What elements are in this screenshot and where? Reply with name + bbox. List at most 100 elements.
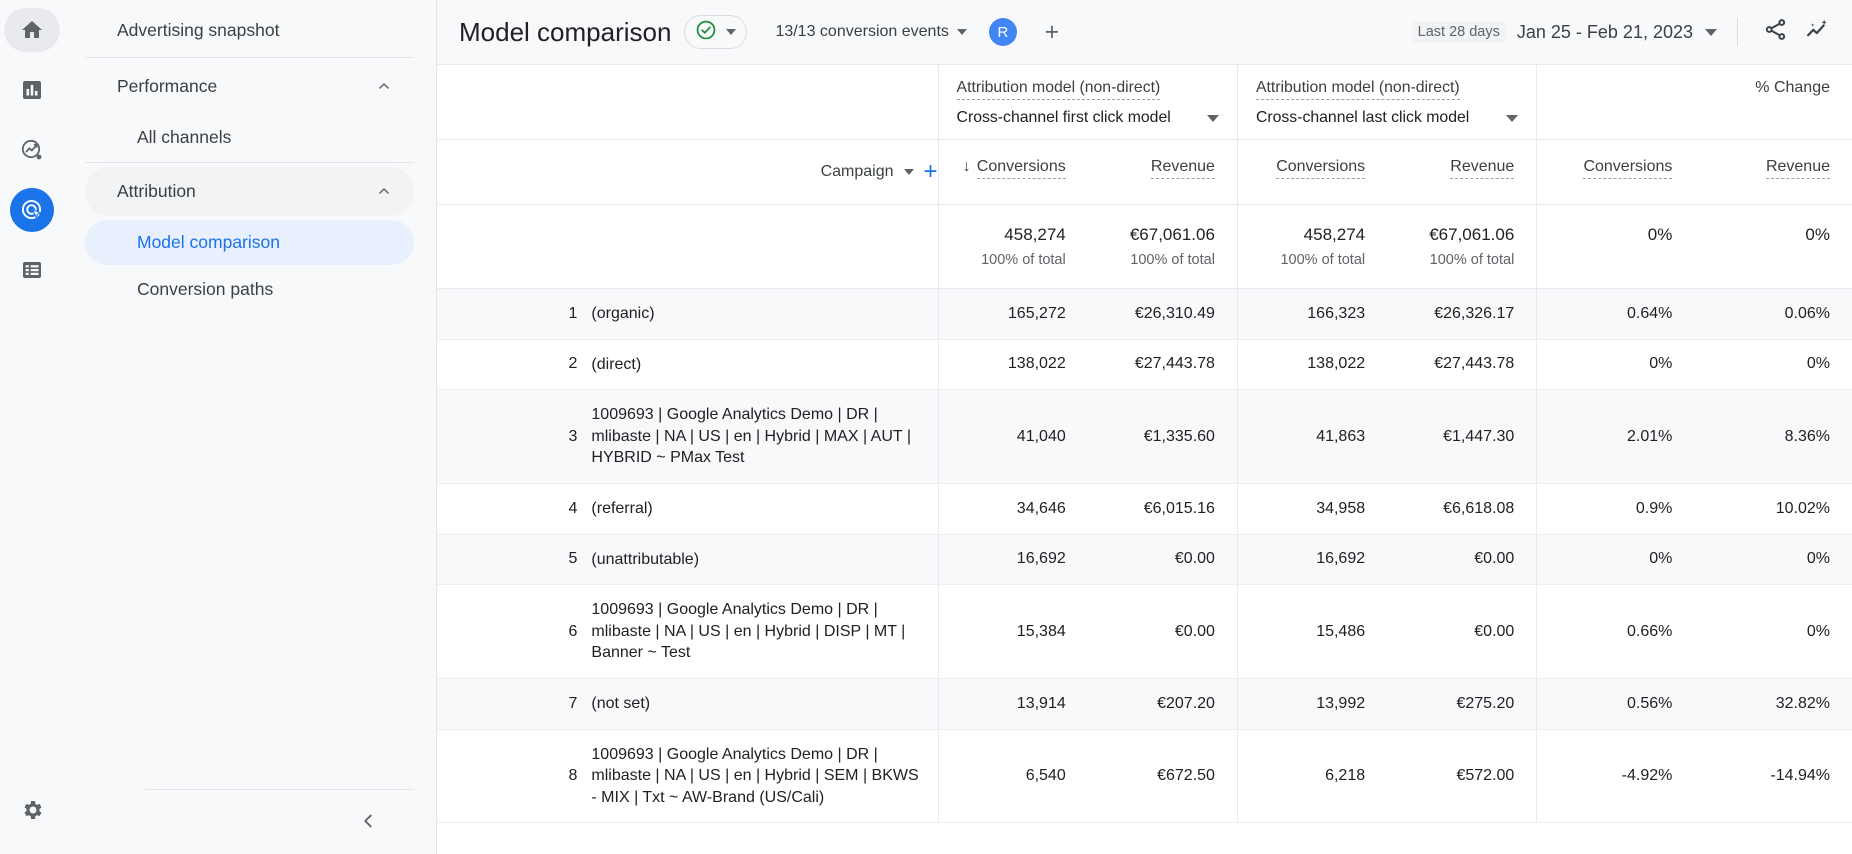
table-row[interactable]: 5 (unattributable) 16,692 €0.00 16,692 €0.00 0… <box>437 534 1852 586</box>
col-header-change-revenue[interactable]: Revenue <box>1694 139 1852 205</box>
totals-value: 0% <box>1647 225 1673 244</box>
table-row[interactable]: 4 (referral) 34,646 €6,015.16 34,958 €6,618.0… <box>437 483 1852 535</box>
rail-advertising-button[interactable] <box>9 188 54 232</box>
cell-m2-revenue: €1,447.30 <box>1387 389 1537 484</box>
sidebar-item-conversion-paths[interactable]: Conversion paths <box>85 267 414 312</box>
avatar-initial: R <box>997 23 1009 41</box>
conversion-events-selector[interactable]: 13/13 conversion events <box>775 23 967 41</box>
sidebar-item-model-comparison[interactable]: Model comparison <box>85 220 414 265</box>
advertising-target-icon <box>20 198 44 222</box>
totals-sublabel: 100% of total <box>1429 252 1515 268</box>
cell-m2-revenue: €26,326.17 <box>1387 288 1537 340</box>
table-row[interactable]: 2 (direct) 138,022 €27,443.78 138,022 €27,443… <box>437 339 1852 391</box>
sidebar-item-advertising-snapshot[interactable]: Advertising snapshot <box>85 6 414 55</box>
sidebar-item-all-channels[interactable]: All channels <box>85 115 414 160</box>
sidebar-group-attribution[interactable]: Attribution <box>85 167 414 216</box>
row-dimension[interactable]: (not set) <box>591 678 939 730</box>
insights-button[interactable] <box>1796 11 1838 53</box>
rail-reports-button[interactable] <box>4 68 60 112</box>
status-chip[interactable] <box>684 15 748 49</box>
totals-value: 458,274 <box>1303 225 1366 244</box>
col-header-label: Conversions <box>1583 158 1673 179</box>
cell-change-conversions: -4.92% <box>1536 729 1695 824</box>
sidebar-divider-2 <box>85 162 414 163</box>
table-row[interactable]: 1 (organic) 165,272 €26,310.49 166,323 €26,32… <box>437 288 1852 340</box>
totals-m1-revenue: €67,061.06 100% of total <box>1087 204 1238 289</box>
row-dimension[interactable]: (organic) <box>591 288 939 340</box>
model-group-2-select[interactable]: Cross-channel last click model <box>1256 109 1536 127</box>
row-dimension[interactable]: 1009693 | Google Analytics Demo | DR | m… <box>591 389 939 484</box>
rail-configure-button[interactable] <box>4 248 60 292</box>
cell-m2-conversions: 166,323 <box>1236 288 1388 340</box>
model-group-2-title[interactable]: Attribution model (non-direct) <box>1255 79 1460 100</box>
avatar[interactable]: R <box>988 18 1017 46</box>
cell-m2-revenue: €6,618.08 <box>1387 483 1537 535</box>
cell-m1-conversions: 13,914 <box>937 678 1088 730</box>
row-dimension[interactable]: 1009693 | Google Analytics Demo | DR | m… <box>591 584 939 679</box>
row-dimension[interactable]: (direct) <box>591 339 939 391</box>
model-group-1-select[interactable]: Cross-channel first click model <box>957 109 1237 127</box>
explore-icon <box>20 138 44 162</box>
sidebar-collapse-button[interactable] <box>348 804 388 844</box>
row-dimension[interactable]: (referral) <box>591 483 939 535</box>
share-button[interactable] <box>1754 11 1796 53</box>
chevron-left-icon <box>357 810 379 838</box>
model-group-2-value: Cross-channel last click model <box>1255 109 1470 126</box>
add-dimension-button[interactable]: + <box>924 158 938 186</box>
table-row[interactable]: 8 1009693 | Google Analytics Demo | DR | … <box>437 729 1852 824</box>
col-header-m1-conversions[interactable]: ↓ Conversions <box>937 139 1088 205</box>
cell-m2-conversions: 41,863 <box>1236 389 1388 484</box>
sidebar-group-label: Attribution <box>117 181 196 201</box>
cell-m1-conversions: 165,272 <box>937 288 1088 340</box>
change-group-title: % Change <box>1536 65 1852 140</box>
cell-m1-revenue: €207.20 <box>1087 678 1238 730</box>
table-row[interactable]: 7 (not set) 13,914 €207.20 13,992 €275.20 0.56… <box>437 678 1852 730</box>
cell-m1-revenue: €0.00 <box>1087 534 1238 586</box>
add-comparison-button[interactable]: + <box>1037 17 1067 47</box>
col-header-m1-revenue[interactable]: Revenue <box>1087 139 1238 205</box>
row-dimension[interactable]: (unattributable) <box>591 534 939 586</box>
table-row[interactable]: 3 1009693 | Google Analytics Demo | DR | … <box>437 389 1852 484</box>
table-row[interactable]: 6 1009693 | Google Analytics Demo | DR | … <box>437 584 1852 679</box>
totals-sublabel: 100% of total <box>1280 252 1366 268</box>
chevron-up-icon <box>376 183 392 201</box>
chevron-down-icon <box>1206 114 1219 122</box>
cell-change-revenue: 0.06% <box>1694 288 1852 340</box>
dimension-selector[interactable]: Campaign + <box>494 158 938 186</box>
plus-icon: + <box>1044 17 1060 46</box>
row-dimension[interactable]: 1009693 | Google Analytics Demo | DR | m… <box>591 729 939 824</box>
sidebar-divider-3 <box>145 789 414 790</box>
table-column-header-row: Campaign + ↓ Conversions Revenue Conversi… <box>437 139 1852 205</box>
share-icon <box>1763 17 1788 47</box>
totals-dimension-cell <box>493 204 939 289</box>
rail-admin-button[interactable] <box>4 788 60 832</box>
cell-m2-conversions: 16,692 <box>1236 534 1388 586</box>
cell-change-revenue: 8.36% <box>1694 389 1852 484</box>
rail-home-button[interactable] <box>3 8 60 52</box>
sidebar-group-performance[interactable]: Performance <box>85 62 414 111</box>
chevron-down-icon <box>903 169 914 175</box>
nav-rail <box>0 0 63 854</box>
date-preset-badge: Last 28 days <box>1411 21 1506 43</box>
totals-m2-conversions: 458,274 100% of total <box>1236 204 1388 289</box>
col-header-m2-conversions[interactable]: Conversions <box>1236 139 1388 205</box>
gutter-cell <box>437 139 494 205</box>
cell-m1-conversions: 6,540 <box>937 729 1088 824</box>
chevron-up-icon <box>376 78 392 96</box>
sort-desc-arrow-icon: ↓ <box>962 158 971 175</box>
col-header-m2-revenue[interactable]: Revenue <box>1387 139 1537 205</box>
table-body: 1 (organic) 165,272 €26,310.49 166,323 €26,32… <box>437 288 1852 824</box>
date-range-text[interactable]: Jan 25 - Feb 21, 2023 <box>1517 22 1693 43</box>
date-range-chevron-down-icon[interactable] <box>1705 28 1717 36</box>
totals-m1-conversions: 458,274 100% of total <box>937 204 1088 289</box>
col-header-change-conversions[interactable]: Conversions <box>1536 139 1695 205</box>
cell-m1-conversions: 34,646 <box>937 483 1088 535</box>
totals-change-revenue: 0% <box>1694 204 1852 289</box>
model-comparison-table-wrapper[interactable]: Attribution model (non-direct) Cross-cha… <box>437 64 1852 854</box>
totals-m2-revenue: €67,061.06 100% of total <box>1387 204 1537 289</box>
col-header-label: Revenue <box>1765 158 1830 179</box>
totals-change-conversions: 0% <box>1536 204 1695 289</box>
rail-explore-button[interactable] <box>4 128 60 172</box>
totals-sublabel: 100% of total <box>1130 252 1215 268</box>
model-group-1-title[interactable]: Attribution model (non-direct) <box>956 79 1161 100</box>
